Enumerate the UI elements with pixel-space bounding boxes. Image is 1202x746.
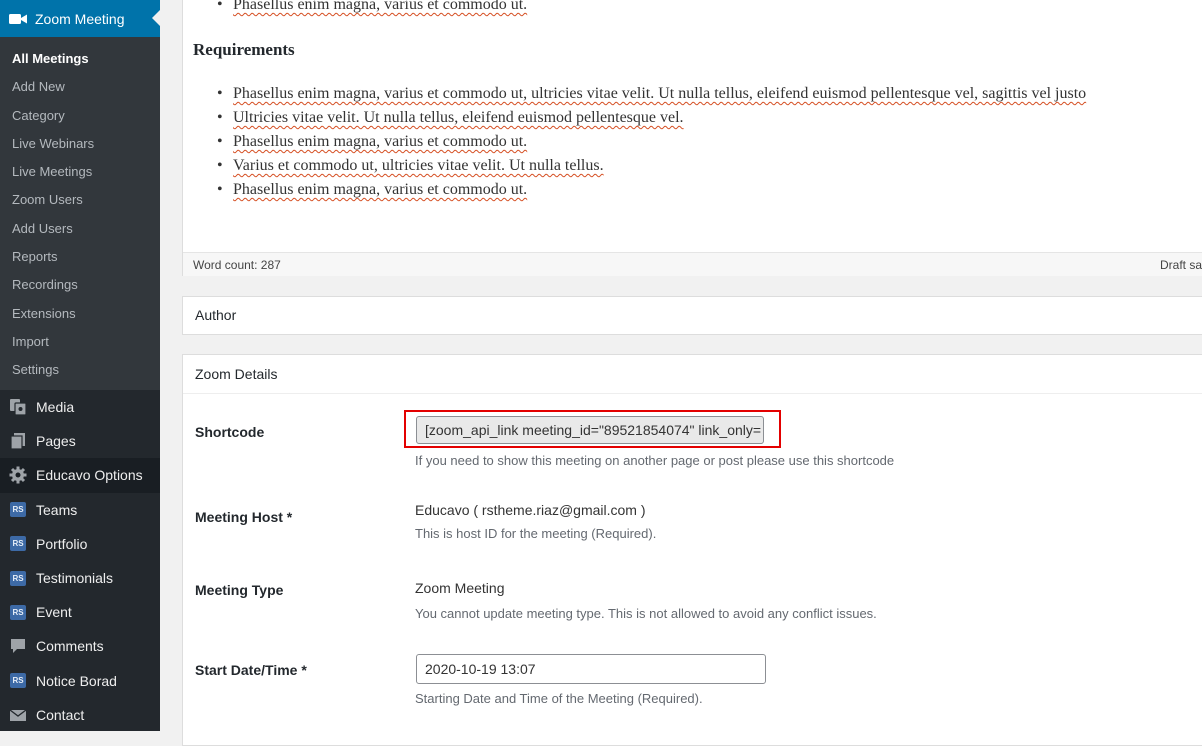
sidebar-item-teams[interactable]: RS Teams [0, 493, 160, 527]
sidebar-item-label: Comments [36, 638, 104, 655]
mail-icon [8, 705, 28, 725]
zoom-submenu: All Meetings Add New Category Live Webin… [0, 37, 160, 390]
current-menu-arrow [152, 10, 160, 26]
list-item: Phasellus enim magna, varius et commodo … [217, 133, 527, 151]
gear-icon [8, 465, 28, 485]
menu-zoom-meeting[interactable]: Zoom Meeting [0, 0, 160, 37]
list-item: Ultricies vitae velit. Ut nulla tellus, … [217, 109, 684, 127]
meeting-type-value: Zoom Meeting [415, 580, 505, 596]
menu-label: Zoom Meeting [35, 10, 125, 27]
sidebar-item-pages[interactable]: Pages [0, 424, 160, 458]
post-editor[interactable]: Phasellus enim magna, varius et commodo … [182, 0, 1202, 276]
meeting-type-label: Meeting Type [195, 582, 284, 598]
draft-status: Draft saved [1160, 258, 1202, 272]
submenu-extensions[interactable]: Extensions [0, 300, 160, 328]
start-date-description: Starting Date and Time of the Meeting (R… [415, 691, 703, 706]
sidebar-item-label: Teams [36, 501, 78, 518]
list-item: Phasellus enim magna, varius et commodo … [217, 181, 527, 199]
zoom-details-metabox: Zoom Details Shortcode [zoom_api_link me… [182, 354, 1202, 746]
admin-sidebar: Zoom Meeting All Meetings Add New Catego… [0, 0, 160, 731]
sidebar-item-educavo-options[interactable]: Educavo Options [0, 458, 160, 493]
sidebar-item-label: Media [36, 399, 75, 416]
author-metabox[interactable]: Author [182, 296, 1202, 335]
sidebar-item-media[interactable]: Media [0, 390, 160, 424]
submenu-reports[interactable]: Reports [0, 243, 160, 271]
shortcode-description: If you need to show this meeting on anot… [415, 453, 895, 468]
pages-icon [8, 431, 28, 451]
rs-icon: RS [10, 536, 26, 552]
submenu-recordings[interactable]: Recordings [0, 271, 160, 299]
list-item: Varius et commodo ut, ultricies vitae ve… [217, 157, 604, 175]
list-item: Phasellus enim magna, varius et commodo … [217, 0, 527, 14]
video-camera-icon [8, 9, 28, 29]
meeting-host-label: Meeting Host * [195, 509, 293, 525]
comment-icon [8, 636, 28, 656]
rs-icon: RS [10, 604, 26, 620]
submenu-live-webinars[interactable]: Live Webinars [0, 130, 160, 158]
start-date-label: Start Date/Time * [195, 662, 307, 678]
submenu-settings[interactable]: Settings [0, 356, 160, 384]
rs-icon: RS [10, 570, 26, 586]
editor-statusbar: Word count: 287 Draft saved [183, 252, 1202, 276]
media-icon [8, 397, 28, 417]
sidebar-item-comments[interactable]: Comments [0, 629, 160, 663]
submenu-category[interactable]: Category [0, 102, 160, 130]
meeting-host-description: This is host ID for the meeting (Require… [415, 526, 657, 541]
sidebar-item-label: Pages [36, 433, 76, 450]
list-item: Phasellus enim magna, varius et commodo … [217, 85, 1086, 103]
meeting-host-value: Educavo ( rstheme.riaz@gmail.com ) [415, 502, 646, 518]
zoom-details-form: Shortcode [zoom_api_link meeting_id="895… [183, 394, 1202, 734]
submenu-import[interactable]: Import [0, 328, 160, 356]
start-date-input[interactable]: 2020-10-19 13:07 [416, 654, 766, 684]
shortcode-input[interactable]: [zoom_api_link meeting_id="89521854074" … [416, 416, 764, 444]
sidebar-item-label: Testimonials [36, 570, 114, 587]
meeting-type-description: You cannot update meeting type. This is … [415, 606, 877, 621]
sidebar-item-label: Event [36, 604, 72, 621]
submenu-live-meetings[interactable]: Live Meetings [0, 158, 160, 186]
sidebar-item-label: Contact [36, 706, 85, 723]
word-count: Word count: 287 [193, 258, 281, 272]
submenu-add-new[interactable]: Add New [0, 73, 160, 101]
sidebar-item-event[interactable]: RS Event [0, 595, 160, 629]
submenu-add-users[interactable]: Add Users [0, 215, 160, 243]
author-metabox-title[interactable]: Author [183, 297, 1202, 334]
shortcode-label: Shortcode [195, 424, 265, 440]
sidebar-item-contact[interactable]: Contact [0, 698, 160, 732]
sidebar-item-notice-borad[interactable]: RS Notice Borad [0, 664, 160, 698]
rs-icon: RS [10, 673, 26, 689]
sidebar-item-label: Educavo Options [36, 467, 143, 484]
sidebar-item-label: Notice Borad [36, 672, 117, 689]
sidebar-item-portfolio[interactable]: RS Portfolio [0, 527, 160, 561]
rs-icon: RS [10, 502, 26, 518]
submenu-zoom-users[interactable]: Zoom Users [0, 186, 160, 214]
submenu-all-meetings[interactable]: All Meetings [0, 45, 160, 73]
zoom-details-title[interactable]: Zoom Details [183, 355, 1202, 394]
sidebar-item-testimonials[interactable]: RS Testimonials [0, 561, 160, 595]
requirements-heading: Requirements [193, 40, 295, 59]
sidebar-item-label: Portfolio [36, 535, 88, 552]
